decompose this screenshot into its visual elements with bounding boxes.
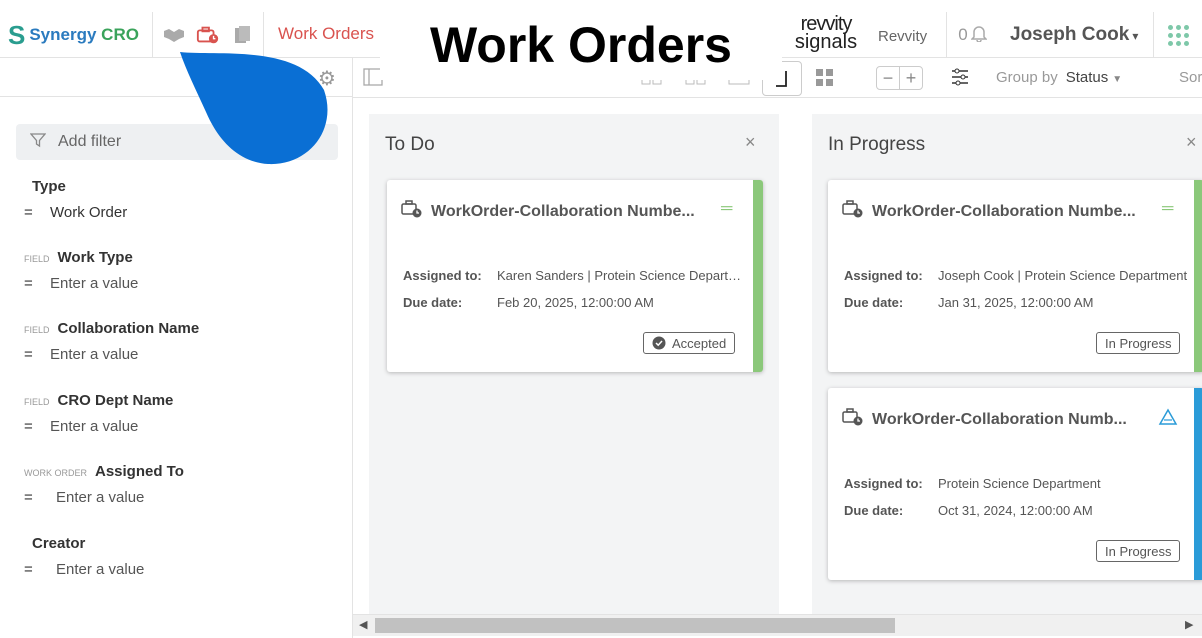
synergy-s-icon: S: [8, 20, 26, 50]
handshake-icon[interactable]: [162, 23, 186, 47]
brand-name: Synergy: [29, 25, 97, 44]
drag-handle-icon[interactable]: ═: [1162, 200, 1173, 218]
collaboration-name-input[interactable]: = Enter a value: [24, 346, 199, 363]
filter-creator: Creator = Enter a value: [24, 535, 145, 578]
notification-count: 0: [958, 25, 968, 44]
user-menu[interactable]: Joseph Cook ▾: [1010, 24, 1138, 46]
column-title: In Progress: [828, 134, 926, 155]
assigned-value: Protein Science Department: [938, 476, 1101, 491]
synergy-cro-logo[interactable]: S Synergy CRO: [8, 20, 139, 50]
scroll-left-icon[interactable]: ◀: [359, 618, 367, 631]
sort-control[interactable]: Sor: [1179, 69, 1202, 86]
board-view-icon[interactable]: [815, 68, 835, 93]
work-order-clock-icon[interactable]: [196, 23, 220, 47]
status-badge: Accepted: [643, 332, 736, 354]
cro-dept-name-input[interactable]: = Enter a value: [24, 418, 173, 435]
chevron-down-icon: ▾: [1132, 29, 1139, 43]
work-order-icon: [842, 200, 864, 223]
horizontal-scrollbar[interactable]: ◀ ▶: [353, 614, 1202, 636]
work-type-input[interactable]: = Enter a value: [24, 275, 138, 292]
due-date-value: Jan 31, 2025, 12:00:00 AM: [938, 295, 1094, 310]
filter-cro-dept-name: FIELD CRO Dept Name = Enter a value: [24, 392, 174, 435]
close-icon[interactable]: ×: [1186, 132, 1197, 153]
close-icon[interactable]: ×: [745, 132, 756, 153]
sliders-icon[interactable]: [950, 68, 970, 91]
work-order-icon: [842, 408, 864, 431]
check-circle-icon: [652, 336, 666, 350]
assigned-to-input[interactable]: = Enter a value: [24, 489, 184, 506]
tenant-name[interactable]: Revvity: [878, 28, 927, 45]
work-order-icon: [401, 200, 423, 223]
kanban-board: To Do × WorkOrder-Collaboration Numbe...…: [353, 98, 1202, 638]
assigned-value: Joseph Cook | Protein Science Department: [938, 268, 1188, 283]
status-badge: In Progress: [1096, 332, 1181, 354]
due-date-value: Oct 31, 2024, 12:00:00 AM: [938, 503, 1093, 518]
group-by-select[interactable]: Group by Status ▼: [996, 69, 1122, 86]
scrollbar-thumb[interactable]: [375, 618, 895, 633]
blue-drop-shape: [180, 52, 328, 165]
revvity-signals-logo: revvity signals: [794, 13, 858, 53]
column-in-progress: In Progress × WorkOrder-Collaboration Nu…: [812, 114, 1202, 614]
app-launcher[interactable]: [1153, 12, 1202, 58]
scroll-right-icon[interactable]: ▶: [1185, 618, 1193, 631]
work-order-card[interactable]: WorkOrder-Collaboration Numbe... ═ Assig…: [828, 180, 1202, 372]
overlay-page-title: Work Orders: [380, 10, 782, 80]
notifications[interactable]: 0: [946, 12, 998, 58]
status-color-bar: [753, 180, 763, 372]
due-date-value: Feb 20, 2025, 12:00:00 AM: [497, 295, 654, 310]
assigned-value: Karen Sanders | Protein Science Departm.…: [497, 268, 743, 283]
column-title: To Do: [385, 134, 435, 155]
card-title[interactable]: WorkOrder-Collaboration Numbe...: [872, 203, 1136, 221]
card-title[interactable]: WorkOrder-Collaboration Numb...: [872, 411, 1127, 429]
brand-suffix: CRO: [101, 25, 139, 44]
creator-input[interactable]: = Enter a value: [24, 561, 144, 578]
drag-handle-icon[interactable]: ═: [721, 200, 732, 218]
status-color-bar: [1194, 388, 1202, 580]
clipboard-icon[interactable]: [230, 23, 254, 47]
filter-assigned-to: WORK ORDER Assigned To = Enter a value: [24, 463, 184, 506]
status-badge: In Progress: [1096, 540, 1181, 562]
filter-type-value: Work Order: [50, 204, 128, 221]
filter-type: Type = Work Order: [24, 178, 128, 221]
filter-collaboration-name: FIELD Collaboration Name = Enter a value: [24, 320, 200, 363]
grid-dots-icon: [1167, 24, 1189, 46]
flask-icon[interactable]: [1158, 408, 1178, 431]
zoom-control: − +: [876, 66, 923, 90]
card-title[interactable]: WorkOrder-Collaboration Numbe...: [431, 203, 695, 221]
zoom-in-button[interactable]: +: [900, 67, 922, 89]
zoom-out-button[interactable]: −: [877, 67, 900, 89]
status-color-bar: [1194, 180, 1202, 372]
bell-icon: [969, 24, 988, 47]
funnel-icon: [29, 132, 47, 153]
nav-work-orders[interactable]: Work Orders: [278, 24, 374, 44]
column-to-do: To Do × WorkOrder-Collaboration Numbe...…: [369, 114, 779, 614]
filter-work-type: FIELD Work Type = Enter a value: [24, 249, 139, 292]
work-order-card[interactable]: WorkOrder-Collaboration Numbe... ═ Assig…: [387, 180, 763, 372]
caret-down-icon: ▼: [1112, 74, 1123, 85]
work-order-card[interactable]: WorkOrder-Collaboration Numb... Assigned…: [828, 388, 1202, 580]
